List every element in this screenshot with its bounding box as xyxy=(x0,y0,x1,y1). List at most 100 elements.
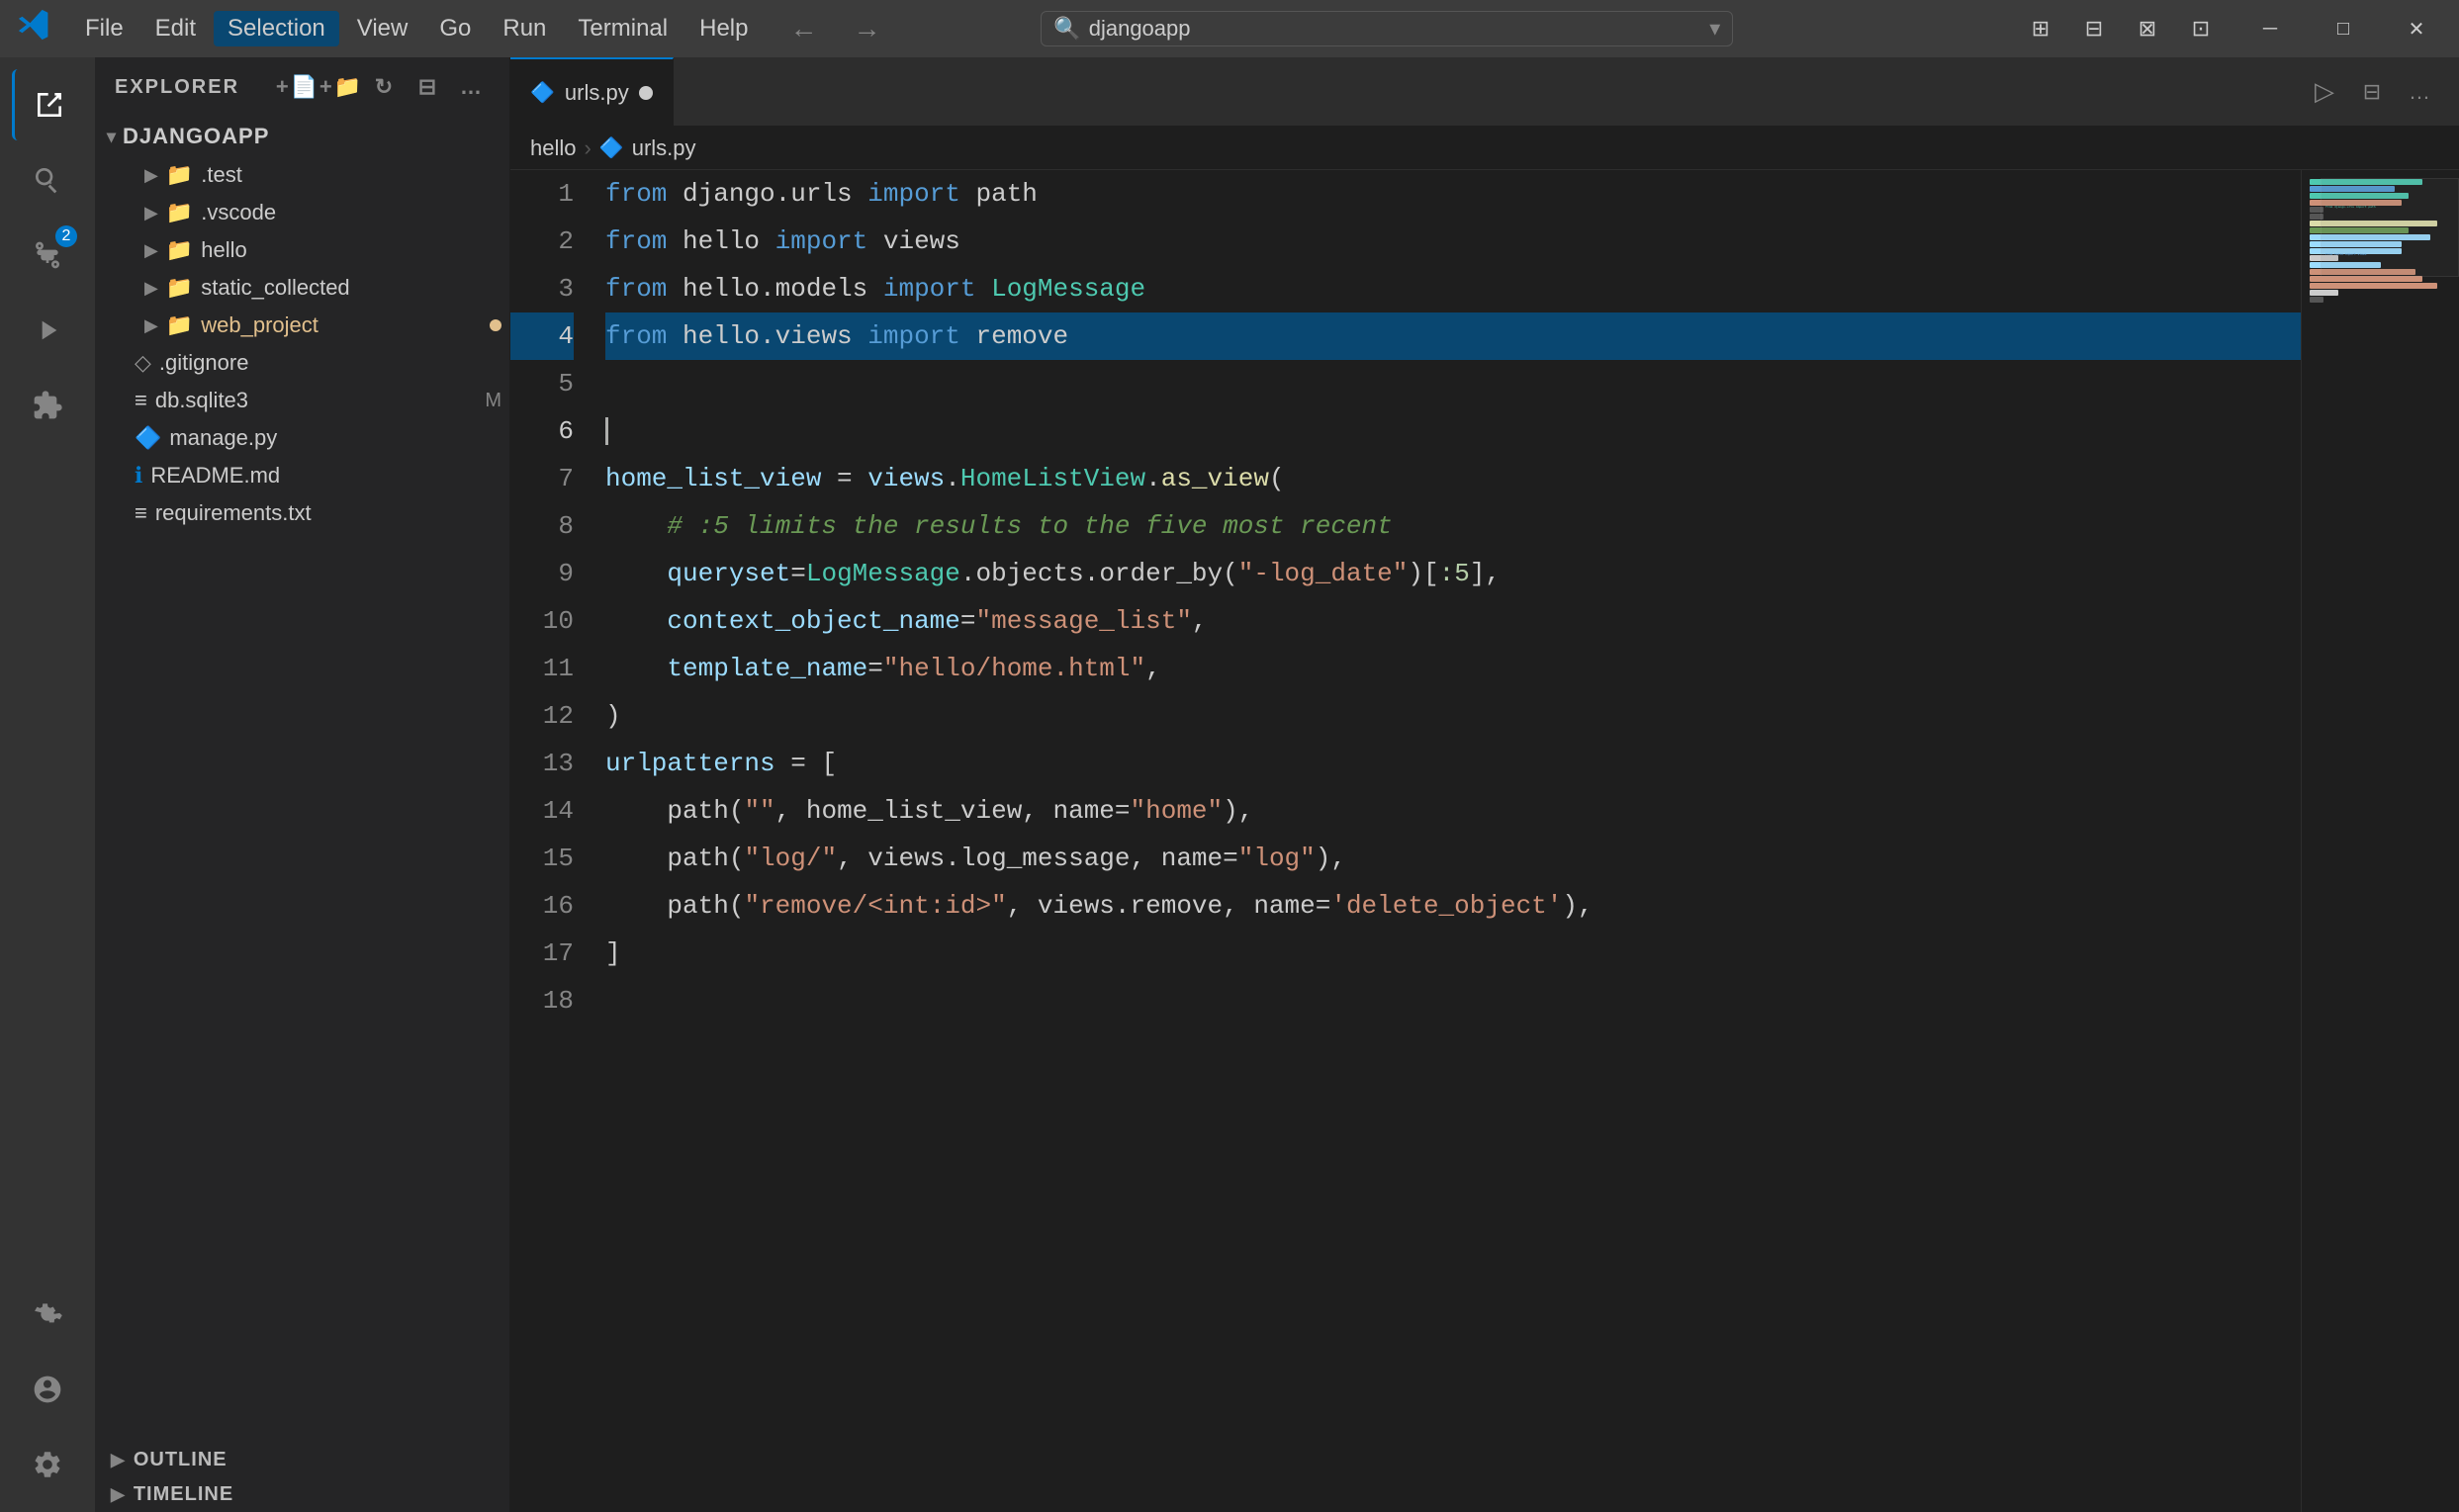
sidebar-item-web-project[interactable]: ▶ 📁 web_project xyxy=(95,307,509,344)
outline-section[interactable]: ▶ Outline xyxy=(95,1443,509,1477)
kw-from-2: from xyxy=(605,218,667,265)
collapse-btn[interactable]: ⊟ xyxy=(410,69,446,105)
maximize-btn[interactable]: □ xyxy=(2317,0,2370,57)
timeline-chevron-icon: ▶ xyxy=(111,1484,126,1505)
menu-selection[interactable]: Selection xyxy=(214,11,339,46)
layout-btn-2[interactable]: ⊟ xyxy=(2071,11,2117,46)
indent-9 xyxy=(605,550,667,597)
code-line-15: path( "log/" , views.log_message, name= … xyxy=(605,835,2301,882)
activity-remote[interactable] xyxy=(12,1279,83,1350)
cls-lm-9: LogMessage xyxy=(806,550,960,597)
activity-search[interactable] xyxy=(12,144,83,216)
search-dropdown-icon[interactable]: ▾ xyxy=(1709,16,1720,42)
ws-1a: django.urls xyxy=(667,170,867,218)
num-5: :5 xyxy=(1439,550,1470,597)
db-icon: ≡ xyxy=(135,388,147,413)
breadcrumb-urls-py[interactable]: urls.py xyxy=(632,135,696,161)
ln-14: 14 xyxy=(510,787,574,835)
val-path: path xyxy=(960,170,1038,218)
activity-settings[interactable] xyxy=(12,1429,83,1500)
new-file-btn[interactable]: +📄 xyxy=(280,69,316,105)
sidebar-item-test[interactable]: ▶ 📁 .test xyxy=(95,156,509,194)
sidebar-item-gitignore[interactable]: ◇ .gitignore xyxy=(95,344,509,382)
close-btn[interactable]: ✕ xyxy=(2390,0,2443,57)
sidebar-item-readme[interactable]: ℹ README.md xyxy=(95,457,509,494)
kw-import-4: import xyxy=(867,312,960,360)
split-editor-btn[interactable]: ⊟ xyxy=(2352,72,2392,112)
breadcrumb-hello[interactable]: hello xyxy=(530,135,576,161)
sidebar-item-requirements[interactable]: ≡ requirements.txt xyxy=(95,494,509,532)
sidebar-item-manage[interactable]: 🔷 manage.py xyxy=(95,419,509,457)
kw-from-3: from xyxy=(605,265,667,312)
indent-10 xyxy=(605,597,667,645)
slice-9: )[ xyxy=(1408,550,1438,597)
search-bar[interactable]: 🔍 djangoapp ▾ xyxy=(1041,11,1733,46)
code-line-16: path( "remove/<int:id>" , views.remove, … xyxy=(605,882,2301,930)
sidebar-item-hello[interactable]: ▶ 📁 hello xyxy=(95,231,509,269)
timeline-section[interactable]: ▶ Timeline xyxy=(95,1477,509,1512)
sidebar-header-actions: +📄 +📁 ↻ ⊟ … xyxy=(280,69,490,105)
static-folder-icon: 📁 xyxy=(166,275,193,301)
tab-urls-py[interactable]: 🔷 urls.py xyxy=(510,57,674,126)
menu-edit[interactable]: Edit xyxy=(141,11,210,46)
sidebar-item-vscode[interactable]: ▶ 📁 .vscode xyxy=(95,194,509,231)
menu-go[interactable]: Go xyxy=(425,11,485,46)
menu-view[interactable]: View xyxy=(343,11,422,46)
code-line-10: context_object_name = "message_list" , xyxy=(605,597,2301,645)
layout-btn-4[interactable]: ⊡ xyxy=(2178,11,2224,46)
gitignore-icon: ◇ xyxy=(135,350,151,376)
activity-bar: 2 xyxy=(0,57,95,1512)
run-code-btn[interactable]: ▷ xyxy=(2305,72,2344,112)
code-line-13: urlpatterns = [ xyxy=(605,740,2301,787)
eq-bracket-13: = [ xyxy=(775,740,837,787)
val-views: views xyxy=(867,218,960,265)
code-editor[interactable]: 1 2 3 4 5 6 7 8 9 10 11 12 13 14 15 16 1… xyxy=(510,170,2459,1512)
refresh-btn[interactable]: ↻ xyxy=(367,69,403,105)
menu-help[interactable]: Help xyxy=(685,11,762,46)
vscode-chevron-icon: ▶ xyxy=(144,203,158,223)
close-14: ), xyxy=(1223,787,1253,835)
cls-logmessage: LogMessage xyxy=(975,265,1145,312)
ws-2a: hello xyxy=(667,218,774,265)
root-folder[interactable]: ▾ DJANGOAPP xyxy=(95,117,509,156)
hello-chevron-icon: ▶ xyxy=(144,240,158,261)
menu-run[interactable]: Run xyxy=(489,11,560,46)
layout-btn-3[interactable]: ⊠ xyxy=(2125,11,2170,46)
new-folder-btn[interactable]: +📁 xyxy=(323,69,359,105)
sidebar-item-static[interactable]: ▶ 📁 static_collected xyxy=(95,269,509,307)
root-folder-name: DJANGOAPP xyxy=(123,124,269,149)
activity-explorer[interactable] xyxy=(12,69,83,140)
ws-4a: hello.views xyxy=(667,312,867,360)
layout-btn-1[interactable]: ⊞ xyxy=(2018,11,2063,46)
sidebar-item-db[interactable]: ≡ db.sqlite3 M xyxy=(95,382,509,419)
str-delete: 'delete_object' xyxy=(1330,882,1562,930)
breadcrumb-sep-1: › xyxy=(584,135,591,161)
titlebar: File Edit Selection View Go Run Terminal… xyxy=(0,0,2459,57)
requirements-label: requirements.txt xyxy=(155,500,312,526)
activity-run[interactable] xyxy=(12,295,83,366)
db-label: db.sqlite3 xyxy=(155,388,248,413)
var-urlpatterns: urlpatterns xyxy=(605,740,775,787)
close-paren-12: ) xyxy=(605,692,621,740)
more-actions-btn[interactable]: … xyxy=(454,69,490,105)
code-line-14: path( "" , home_list_view, name= "home" … xyxy=(605,787,2301,835)
kw-from-4: from xyxy=(605,312,667,360)
vscode-logo-icon xyxy=(16,7,51,51)
outline-chevron-icon: ▶ xyxy=(111,1450,126,1470)
activity-extensions[interactable] xyxy=(12,370,83,441)
menu-terminal[interactable]: Terminal xyxy=(564,11,682,46)
code-content[interactable]: from django.urls import path from hello … xyxy=(590,170,2301,1512)
activity-source-control[interactable]: 2 xyxy=(12,220,83,291)
nav-fwd-btn[interactable]: → xyxy=(845,13,888,44)
activity-account[interactable] xyxy=(12,1354,83,1425)
search-icon: 🔍 xyxy=(1053,16,1080,42)
punct-dot1: . xyxy=(945,455,960,502)
str-remove: "remove/<int:id>" xyxy=(744,882,1006,930)
more-editor-btn[interactable]: … xyxy=(2400,72,2439,112)
ln-13: 13 xyxy=(510,740,574,787)
menu-file[interactable]: File xyxy=(71,11,137,46)
text-cursor xyxy=(605,417,608,445)
minimize-btn[interactable]: ─ xyxy=(2243,0,2297,57)
ln-12: 12 xyxy=(510,692,574,740)
nav-back-btn[interactable]: ← xyxy=(781,13,825,44)
